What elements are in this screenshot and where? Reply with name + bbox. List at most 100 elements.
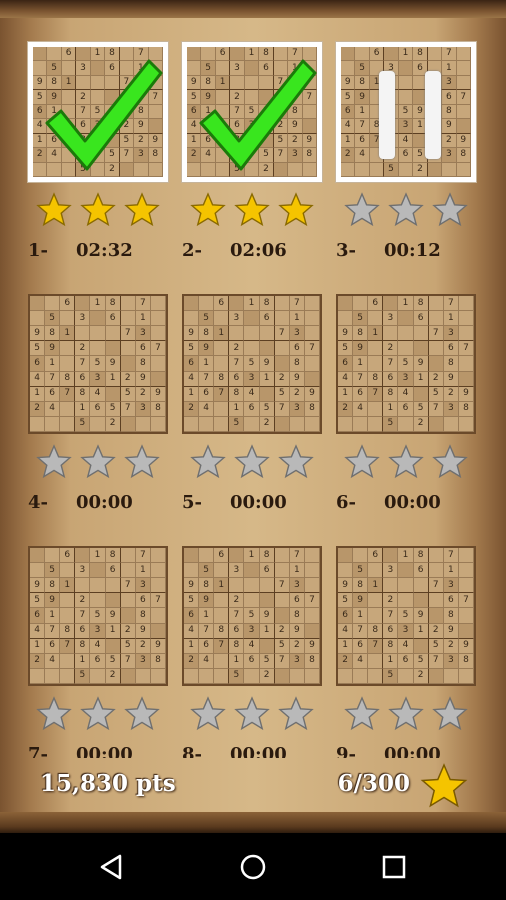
sudoku-cell (458, 356, 474, 372)
sudoku-cell: 5 (184, 341, 200, 357)
silver-star-icon (344, 192, 380, 227)
sudoku-cell: 6 (45, 386, 61, 402)
sudoku-cell: 9 (289, 371, 305, 387)
level-card-8[interactable]: 6187536198173592676175984786312916784529… (176, 532, 330, 758)
level-card-2[interactable]: 6187536198173592676175984786312916784529… (176, 28, 330, 280)
level-number: 9- (336, 744, 356, 758)
sudoku-cell: 1 (184, 638, 200, 654)
level-card-1[interactable]: 6187536198173592676175984786312916784529… (22, 28, 176, 280)
sudoku-cell (105, 341, 121, 357)
sudoku-cell: 8 (214, 371, 230, 387)
gold-star-icon (124, 192, 160, 227)
sudoku-thumbnail-grid: 6187536198173592676175984786312916784529… (338, 548, 474, 684)
sudoku-cell: 2 (120, 371, 136, 387)
level-card-5[interactable]: 6187536198173592676175984786312916784529… (176, 280, 330, 532)
sudoku-cell (304, 326, 320, 342)
sudoku-cell (150, 563, 166, 579)
sudoku-cell (289, 668, 305, 684)
sudoku-cell (45, 668, 61, 684)
recents-square-icon[interactable] (378, 851, 410, 883)
sudoku-cell: 3 (289, 401, 305, 417)
sudoku-cell: 4 (199, 653, 215, 669)
sudoku-cell: 9 (413, 356, 429, 372)
sudoku-cell: 1 (30, 386, 46, 402)
sudoku-cell: 1 (413, 371, 429, 387)
level-thumbnail[interactable]: 6187536198173592676175984786312916784529… (28, 546, 168, 686)
back-triangle-icon[interactable] (96, 851, 128, 883)
sudoku-cell (120, 593, 136, 609)
star-rating (36, 444, 160, 480)
sudoku-cell: 6 (353, 386, 369, 402)
sudoku-cell: 8 (259, 296, 275, 312)
level-number: 1- (28, 240, 48, 261)
sudoku-cell (398, 593, 414, 609)
sudoku-cell (120, 416, 136, 432)
level-thumbnail[interactable]: 6187536198173592676175984786312916784529… (336, 546, 476, 686)
sudoku-cell: 4 (90, 638, 106, 654)
sudoku-cell: 6 (105, 563, 121, 579)
level-thumbnail[interactable]: 6187536198173592676175984786312916784529… (28, 42, 168, 182)
sudoku-cell: 1 (229, 401, 245, 417)
sudoku-cell (458, 371, 474, 387)
sudoku-cell: 9 (105, 608, 121, 624)
sudoku-cell: 7 (75, 356, 91, 372)
sudoku-thumbnail-grid: 6187536198173592676175984786312916784529… (184, 296, 320, 432)
sudoku-cell (60, 608, 76, 624)
sudoku-cell: 1 (443, 563, 459, 579)
sudoku-cell (458, 563, 474, 579)
sudoku-cell (274, 548, 290, 564)
level-card-3[interactable]: 6187536198173592676175984786312916784529… (330, 28, 484, 280)
level-thumbnail[interactable]: 6187536198173592676175984786312916784529… (182, 294, 322, 434)
sudoku-cell: 6 (229, 623, 245, 639)
sudoku-cell (90, 593, 106, 609)
home-circle-icon[interactable] (237, 851, 269, 883)
sudoku-cell (274, 668, 290, 684)
sudoku-cell: 2 (120, 623, 136, 639)
sudoku-cell (398, 326, 414, 342)
sudoku-cell: 3 (229, 563, 245, 579)
sudoku-cell (244, 416, 260, 432)
sudoku-cell: 8 (353, 326, 369, 342)
level-thumbnail[interactable]: 6187536198173592676175984786312916784529… (336, 294, 476, 434)
level-thumbnail[interactable]: 6187536198173592676175984786312916784529… (336, 42, 476, 182)
sudoku-cell: 3 (289, 326, 305, 342)
level-thumbnail[interactable]: 6187536198173592676175984786312916784529… (182, 42, 322, 182)
sudoku-cell: 1 (45, 608, 61, 624)
sudoku-cell (90, 668, 106, 684)
sudoku-cell: 7 (368, 386, 384, 402)
silver-star-icon (36, 696, 72, 731)
sudoku-cell: 6 (229, 371, 245, 387)
sudoku-cell: 4 (90, 386, 106, 402)
level-label: 7- 00:00 (28, 744, 168, 758)
level-thumbnail[interactable]: 6187536198173592676175984786312916784529… (28, 294, 168, 434)
sudoku-cell (120, 668, 136, 684)
sudoku-cell: 7 (120, 401, 136, 417)
sudoku-cell: 1 (368, 578, 384, 594)
sudoku-cell (383, 578, 399, 594)
sudoku-cell: 6 (259, 311, 275, 327)
level-label: 5- 00:00 (182, 492, 322, 516)
sudoku-cell: 6 (30, 608, 46, 624)
sudoku-cell (244, 668, 260, 684)
sudoku-cell (428, 548, 444, 564)
sudoku-cell: 7 (135, 296, 151, 312)
sudoku-cell (259, 593, 275, 609)
sudoku-cell (368, 563, 384, 579)
level-thumbnail[interactable]: 6187536198173592676175984786312916784529… (182, 546, 322, 686)
sudoku-cell (413, 386, 429, 402)
sudoku-cell: 8 (150, 653, 166, 669)
sudoku-cell: 3 (135, 326, 151, 342)
sudoku-cell: 6 (75, 371, 91, 387)
sudoku-cell (244, 578, 260, 594)
level-number: 8- (182, 744, 202, 758)
level-card-6[interactable]: 6187536198173592676175984786312916784529… (330, 280, 484, 532)
level-time: 00:00 (230, 492, 287, 513)
gold-star-icon (234, 192, 270, 227)
level-card-4[interactable]: 6187536198173592676175984786312916784529… (22, 280, 176, 532)
level-card-9[interactable]: 6187536198173592676175984786312916784529… (330, 532, 484, 758)
sudoku-cell: 5 (90, 356, 106, 372)
sudoku-cell (30, 296, 46, 312)
sudoku-cell (413, 341, 429, 357)
level-grid[interactable]: 6187536198173592676175984786312916784529… (22, 28, 484, 758)
level-card-7[interactable]: 6187536198173592676175984786312916784529… (22, 532, 176, 758)
